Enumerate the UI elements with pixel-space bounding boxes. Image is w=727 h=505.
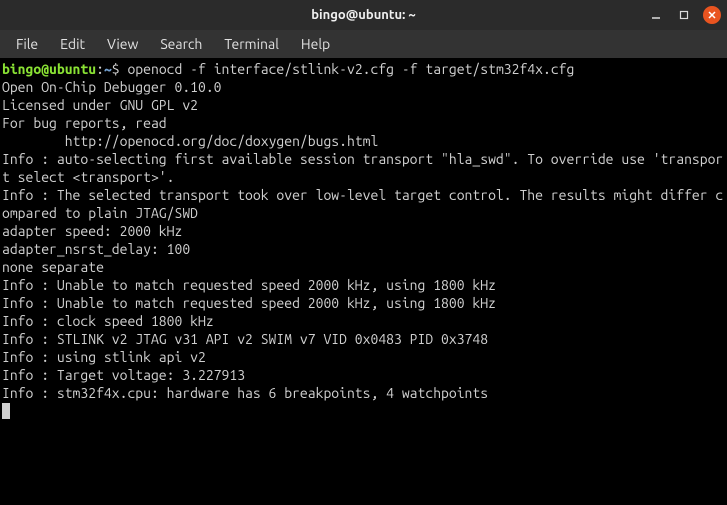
close-icon [707,10,717,20]
menubar: File Edit View Search Terminal Help [0,30,727,58]
prompt-separator: : [96,61,104,77]
maximize-button[interactable] [675,6,693,24]
maximize-icon [679,10,689,20]
titlebar: bingo@ubuntu: ~ [0,0,727,30]
output-line: adapter_nsrst_delay: 100 [2,241,190,257]
output-line: Licensed under GNU GPL v2 [2,97,198,113]
output-line: Info : Target voltage: 3.227913 [2,367,245,383]
output-line: Info : Unable to match requested speed 2… [2,277,496,293]
menu-view[interactable]: View [97,33,148,55]
menu-terminal[interactable]: Terminal [214,33,289,55]
close-button[interactable] [703,6,721,24]
output-line: Open On-Chip Debugger 0.10.0 [2,79,222,95]
minimize-icon [651,10,661,20]
terminal-area[interactable]: bingo@ubuntu:~$ openocd -f interface/stl… [0,58,727,505]
prompt-path: ~ [104,61,112,77]
terminal-cursor [2,403,10,419]
output-line: Info : clock speed 1800 kHz [2,313,214,329]
output-line: Info : using stlink api v2 [2,349,206,365]
output-line: http://openocd.org/doc/doxygen/bugs.html [2,133,378,149]
prompt-userhost: bingo@ubuntu [2,61,96,77]
minimize-button[interactable] [647,6,665,24]
output-line: Info : STLINK v2 JTAG v31 API v2 SWIM v7… [2,331,488,347]
output-line: adapter speed: 2000 kHz [2,223,182,239]
output-line: For bug reports, read [2,115,167,131]
output-line: Info : The selected transport took over … [2,187,723,221]
window-controls [647,6,721,24]
output-line: Info : stm32f4x.cpu: hardware has 6 brea… [2,385,488,401]
output-line: Info : auto-selecting first available se… [2,151,723,185]
menu-file[interactable]: File [6,33,48,55]
output-line: Info : Unable to match requested speed 2… [2,295,496,311]
output-line: none separate [2,259,104,275]
command-text: openocd -f interface/stlink-v2.cfg -f ta… [120,61,575,77]
menu-edit[interactable]: Edit [50,33,95,55]
menu-search[interactable]: Search [150,33,212,55]
menu-help[interactable]: Help [291,33,340,55]
window-title: bingo@ubuntu: ~ [311,8,415,22]
prompt-symbol: $ [112,61,120,77]
